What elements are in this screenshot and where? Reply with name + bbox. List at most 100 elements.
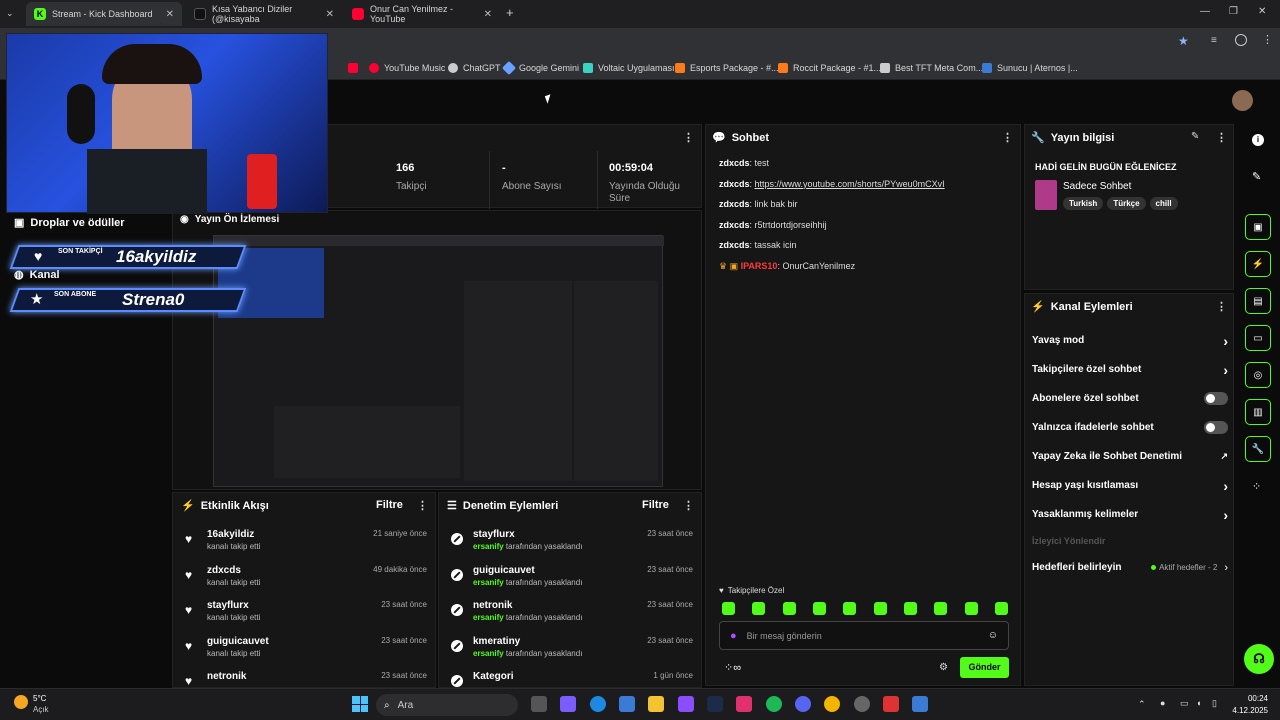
stats-menu-icon[interactable]: ⋮ [683,131,694,144]
tab-kick-dashboard[interactable]: K Stream - Kick Dashboard ✕ [26,2,182,26]
obs-icon[interactable] [854,696,870,712]
new-tab-button[interactable]: + [506,5,514,20]
moderation-item[interactable]: guiguicauvet ersanify tarafından yasaklan… [451,565,693,601]
bookmark-gemini[interactable]: Google Gemini [501,60,579,76]
bookmark-tft-meta[interactable]: Best TFT Meta Com... [880,60,983,76]
copilot-icon[interactable] [560,696,576,712]
rail-broadcast-button[interactable]: ◎ [1245,362,1271,388]
channel-action-1[interactable]: Yavaş mod › [1032,326,1228,355]
activity-item[interactable]: ♥ stayflurx kanalı takip etti 23 saat önce [185,600,427,636]
app-blue-icon[interactable] [912,696,928,712]
chat-username[interactable]: zdxcds [719,240,750,250]
chat-username[interactable]: zdxcds [719,220,750,230]
mic-tray-icon[interactable]: ● [1160,698,1165,708]
tab-search-icon[interactable]: ⌄ [6,8,14,19]
emote-icon[interactable] [934,602,948,615]
edge-icon[interactable] [590,696,606,712]
moderator-name[interactable]: ersanify [473,613,504,622]
pencil-icon[interactable]: ✎ [1252,170,1261,183]
tab-close-icon[interactable]: ✕ [166,9,174,20]
moderation-menu-icon[interactable]: ⋮ [683,499,694,512]
drops-header[interactable]: ▣ Droplar ve ödüller [14,216,125,230]
moderator-name[interactable]: ersanify [473,578,504,587]
tab-close-icon[interactable]: ✕ [484,9,492,20]
avatar[interactable] [1232,90,1253,111]
support-headset-button[interactable]: ☊ [1244,644,1274,674]
info-icon[interactable]: i [1252,134,1264,146]
activity-menu-icon[interactable]: ⋮ [417,499,428,512]
tab-kisa-yabanci[interactable]: Kısa Yabancı Diziler (@kisayaba ✕ [186,2,342,26]
microphone-icon[interactable]: ● [730,630,737,642]
chat-text[interactable]: https://www.youtube.com/shorts/PYweu0mCX… [755,179,945,189]
volume-icon[interactable]: ◖ [1196,698,1201,708]
chat-username[interactable]: IPARS10 [741,261,778,271]
channel-action-7[interactable]: Yasaklanmış kelimeler › [1032,500,1228,529]
media-control-icon[interactable]: ≡ [1211,35,1217,46]
bookmark-chatgpt[interactable]: ChatGPT [448,60,501,76]
activity-item[interactable]: ♥ zdxcds kanalı takip etti 49 dakika önce [185,565,427,601]
clock-date[interactable]: 4.12.2025 [1226,706,1268,715]
bookmark-esports-package[interactable]: Esports Package - #... [675,60,779,76]
moderator-name[interactable]: ersanify [473,542,504,551]
emote-icon[interactable] [873,602,887,615]
channel-action-3[interactable]: Abonelere özel sohbet [1032,384,1228,413]
minimize-icon[interactable]: — [1200,6,1210,17]
toggle-switch[interactable] [1204,421,1228,434]
set-goals-row[interactable]: Hedefleri belirleyin Aktif hedefler - 2 › [1032,553,1228,582]
chevron-up-icon[interactable]: ⌃ [1138,699,1146,710]
activity-filter-button[interactable]: Filtre [376,499,403,511]
bookmark-voltaic[interactable]: Voltaic Uygulaması [583,60,675,76]
send-button[interactable]: Gönder [960,657,1009,678]
tab-youtube[interactable]: Onur Can Yenilmez - YouTube ✕ [344,2,500,26]
bookmark-aternos[interactable]: Sunucu | Aternos |... [982,60,1078,76]
emote-icon[interactable] [782,602,796,615]
clock-time[interactable]: 00:24 [1234,694,1268,703]
app-p-icon[interactable] [883,696,899,712]
chat-username[interactable]: zdxcds [719,158,750,168]
activity-item[interactable]: ♥ 16akyildiz kanalı takip etti 21 saniye ön… [185,529,427,565]
rail-bolt-button[interactable]: ⚡ [1245,251,1271,277]
aftereffects-icon[interactable] [707,696,723,712]
bookmark-roccit-package[interactable]: Roccit Package - #1... [778,60,881,76]
bookmark-youtube-icon[interactable] [348,60,358,76]
bookmark-star-icon[interactable]: ★ [1178,34,1189,48]
moderation-item[interactable]: netronik ersanify tarafından yasaklandı 23… [451,600,693,636]
tab-close-icon[interactable]: ✕ [326,9,334,20]
bookmark-youtube-music[interactable]: YouTube Music [369,60,445,76]
settings-gear-icon[interactable]: ⚙ [939,662,948,673]
taskview-icon[interactable] [531,696,547,712]
channel-actions-menu-icon[interactable]: ⋮ [1216,300,1227,313]
channel-action-6[interactable]: Hesap yaşı kısıtlaması › [1032,471,1228,500]
chrome-icon[interactable] [824,696,840,712]
taskbar-search[interactable]: ⌕ Ara [376,694,518,716]
moderation-filter-button[interactable]: Filtre [642,499,669,511]
chat-username[interactable]: zdxcds [719,179,750,189]
channel-header[interactable]: ◍ Kanal [14,268,60,282]
tag[interactable]: Turkish [1063,197,1104,210]
moderation-item[interactable]: kmeratiny ersanify tarafından yasaklandı 2… [451,636,693,672]
restore-icon[interactable]: ❐ [1229,6,1238,17]
moderation-item[interactable]: stayflurx ersanify tarafından yasaklandı 2… [451,529,693,565]
activity-item[interactable]: ♥ guiguicauvet kanalı takip etti 23 saat ön… [185,636,427,672]
browser-menu-icon[interactable]: ⋮ [1262,33,1273,46]
rail-chat-button[interactable]: ▭ [1245,325,1271,351]
weather-icon[interactable] [14,695,28,709]
stream-info-menu-icon[interactable]: ⋮ [1216,131,1227,144]
emote-icon[interactable] [964,602,978,615]
instagram-icon[interactable] [736,696,752,712]
channel-action-2[interactable]: Takipçilere özel sohbet › [1032,355,1228,384]
emote-icon[interactable] [843,602,857,615]
tag[interactable]: chill [1149,197,1178,210]
store-icon[interactable] [619,696,635,712]
toggle-switch[interactable] [1204,392,1228,405]
network-icon[interactable]: ▭ [1180,698,1189,709]
tag[interactable]: Türkçe [1107,197,1146,210]
rail-tools-button[interactable]: 🔧 [1245,436,1271,462]
emote-icon[interactable] [812,602,826,615]
explorer-icon[interactable] [648,696,664,712]
rail-document-button[interactable]: ▤ [1245,288,1271,314]
spotify-icon[interactable] [766,696,782,712]
profile-icon[interactable] [1235,34,1247,46]
edit-pencil-icon[interactable]: ✎ [1191,131,1199,142]
rail-camera-button[interactable]: ▣ [1245,214,1271,240]
